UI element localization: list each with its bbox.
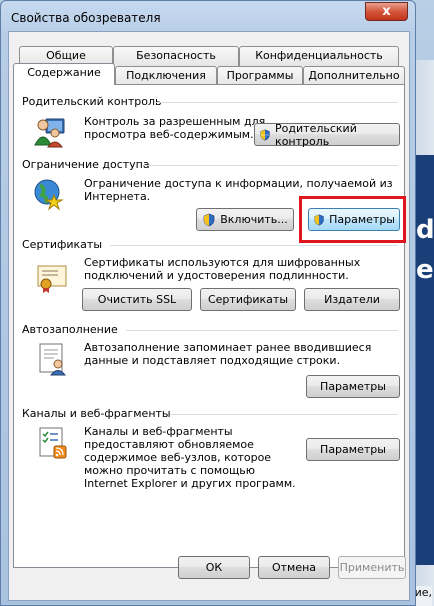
certificates-button[interactable]: Сертификаты [200, 288, 296, 311]
uac-shield-icon [203, 213, 215, 226]
tab-privacy[interactable]: Конфиденциальность [239, 46, 399, 66]
content-advisor-icon [34, 179, 64, 211]
tab-programs[interactable]: Программы [217, 66, 303, 86]
tab-advanced[interactable]: Дополнительно [303, 66, 405, 86]
restrict-line-2: Интернета. [84, 190, 151, 203]
restrict-line-1: Ограничение доступа к информации, получа… [84, 177, 393, 190]
group-divider [110, 245, 398, 246]
content-tab-panel: Родительский контроль Контроль за разреш… [13, 84, 406, 568]
feeds-settings-button[interactable]: Параметры [306, 438, 400, 461]
close-icon: x [382, 4, 391, 19]
group-divider [170, 414, 398, 415]
parental-control-button-label: Родительский контроль [275, 121, 357, 148]
feeds-line-1: Каналы и веб-фрагменты [84, 425, 233, 438]
group-divider [126, 330, 398, 331]
feeds-line-4: можно прочитать с помощью [84, 464, 256, 477]
parental-control-button[interactable]: Родительский контроль [254, 121, 400, 148]
feeds-line-3: содержимое веб-узлов, которое [84, 451, 272, 464]
background-letter-1: d [416, 215, 434, 245]
certs-line-1: Сертификаты используются для шифрованных [84, 256, 361, 269]
autocomplete-settings-button[interactable]: Параметры [306, 375, 400, 398]
dialog-client-area: Общие Безопасность Конфиденциальность Со… [8, 31, 410, 601]
group-divider [144, 165, 398, 166]
group-divider [154, 102, 398, 103]
parental-line-2: просмотра веб-содержимым. [84, 128, 254, 141]
close-button[interactable]: x [365, 2, 408, 21]
clear-ssl-button[interactable]: Очистить SSL [82, 288, 192, 311]
apply-button[interactable]: Применить [338, 556, 406, 579]
certificate-icon [37, 265, 67, 293]
feeds-icon [39, 427, 67, 459]
feeds-line-5: Internet Explorer и других программ. [84, 477, 296, 490]
tab-content[interactable]: Содержание [13, 63, 115, 85]
autocomplete-icon [39, 343, 67, 376]
enable-button-label: Включить... [220, 213, 288, 226]
group-title-restrict: Ограничение доступа [22, 158, 150, 171]
parental-line-1: Контроль за разрешенным для [84, 115, 266, 128]
tab-security[interactable]: Безопасность [113, 46, 239, 66]
publishers-button[interactable]: Издатели [304, 288, 400, 311]
enable-content-advisor-button[interactable]: Включить... [196, 208, 294, 231]
autofill-line-1: Автозаполнение запоминает ранее вводивши… [84, 341, 372, 354]
ok-button[interactable]: ОК [178, 556, 250, 579]
red-highlight-box [299, 196, 406, 243]
cancel-button[interactable]: Отмена [258, 556, 330, 579]
autofill-line-2: данные и подставляет подходящие строки. [84, 354, 341, 367]
group-title-autofill: Автозаполнение [22, 323, 118, 336]
uac-shield-icon [260, 129, 270, 140]
title-bar[interactable]: Свойства обозревателя x [1, 1, 415, 31]
feeds-line-2: предоставляют обновляемое [84, 438, 254, 451]
internet-options-dialog: Свойства обозревателя x Общие Безопаснос… [0, 0, 416, 606]
background-letter-2: e [416, 255, 434, 285]
group-title-feeds: Каналы и веб-фрагменты [22, 407, 171, 420]
certs-line-2: подключений и удостоверения подлинности. [84, 269, 349, 282]
group-title-certs: Сертификаты [22, 238, 103, 251]
parental-control-icon [34, 118, 65, 148]
group-title-parental: Родительский контроль [22, 95, 162, 108]
window-title: Свойства обозревателя [11, 11, 161, 25]
tab-connections[interactable]: Подключения [115, 66, 217, 86]
